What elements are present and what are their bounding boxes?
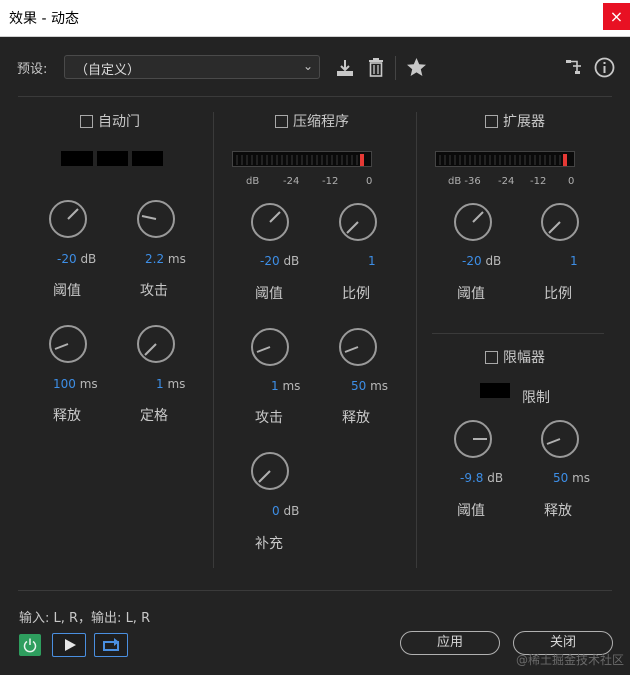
preset-dropdown[interactable]: （自定义） ⌄ bbox=[64, 55, 320, 79]
compressor-attack-value[interactable]: 1 ms bbox=[271, 379, 300, 393]
autogate-release-knob[interactable] bbox=[49, 325, 87, 363]
autogate-threshold-label: 阈值 bbox=[53, 283, 81, 299]
watermark: @稀土掘金技术社区 bbox=[515, 653, 624, 667]
compressor-release-label: 释放 bbox=[342, 410, 370, 426]
autogate-hold-knob[interactable] bbox=[137, 325, 175, 363]
compressor-threshold-value[interactable]: -20 dB bbox=[260, 254, 299, 268]
io-routing-text: 输入: L, R，输出: L, R bbox=[19, 611, 151, 626]
expander-ratio-value[interactable]: 1 bbox=[570, 254, 578, 268]
loop-icon bbox=[103, 638, 119, 651]
compressor-checkbox[interactable] bbox=[275, 114, 288, 128]
expander-title: 扩展器 bbox=[503, 114, 545, 130]
save-preset-icon[interactable] bbox=[335, 58, 355, 78]
autogate-release-label: 释放 bbox=[53, 408, 81, 424]
compressor-peak-marker bbox=[360, 154, 364, 166]
autogate-attack-value[interactable]: 2.2 ms bbox=[145, 252, 186, 266]
favorite-star-icon[interactable] bbox=[406, 57, 427, 77]
compressor-title: 压缩程序 bbox=[293, 114, 349, 130]
gate-indicator bbox=[97, 151, 128, 166]
limiter-threshold-knob[interactable] bbox=[454, 420, 492, 458]
window-title: 效果 - 动态 bbox=[9, 11, 79, 27]
compressor-ratio-knob[interactable] bbox=[339, 203, 377, 241]
compressor-scale-12: -12 bbox=[322, 176, 339, 187]
compressor-release-knob[interactable] bbox=[339, 328, 377, 366]
preset-value: （自定义） bbox=[75, 63, 141, 78]
compressor-ratio-label: 比例 bbox=[342, 286, 370, 302]
autogate-checkbox[interactable] bbox=[80, 114, 93, 128]
power-button[interactable] bbox=[19, 634, 41, 656]
toolbar-divider bbox=[395, 56, 396, 80]
preset-label: 预设: bbox=[17, 62, 48, 77]
expander-level-meter bbox=[435, 151, 575, 167]
gate-indicator bbox=[132, 151, 163, 166]
chevron-down-icon: ⌄ bbox=[302, 59, 313, 73]
autogate-hold-label: 定格 bbox=[140, 408, 168, 424]
limiter-release-label: 释放 bbox=[544, 503, 572, 519]
limiter-title: 限幅器 bbox=[503, 350, 545, 366]
compressor-makeup-knob[interactable] bbox=[251, 452, 289, 490]
section-divider bbox=[416, 112, 417, 568]
play-icon bbox=[65, 639, 76, 651]
compressor-scale-db: dB bbox=[246, 176, 260, 187]
compressor-level-meter bbox=[232, 151, 372, 167]
power-icon bbox=[23, 638, 37, 653]
autogate-toggle[interactable]: 自动门 bbox=[80, 111, 140, 131]
compressor-makeup-value[interactable]: 0 dB bbox=[272, 504, 299, 518]
limiter-threshold-label: 阈值 bbox=[457, 503, 485, 519]
autogate-threshold-value[interactable]: -20 dB bbox=[57, 252, 96, 266]
compressor-attack-label: 攻击 bbox=[255, 410, 283, 426]
limiter-toggle[interactable]: 限幅器 bbox=[485, 347, 545, 367]
limiter-release-value[interactable]: 50 ms bbox=[553, 471, 590, 485]
expander-scale-12: -12 bbox=[530, 176, 547, 187]
limiter-threshold-value[interactable]: -9.8 dB bbox=[460, 471, 503, 485]
gate-indicator bbox=[61, 151, 93, 166]
title-bar: 效果 - 动态 × bbox=[0, 0, 630, 37]
limiter-checkbox[interactable] bbox=[485, 350, 498, 364]
autogate-attack-knob[interactable] bbox=[137, 200, 175, 238]
expander-ratio-label: 比例 bbox=[544, 286, 572, 302]
section-divider bbox=[432, 333, 604, 334]
expander-toggle[interactable]: 扩展器 bbox=[485, 111, 545, 131]
autogate-threshold-knob[interactable] bbox=[49, 200, 87, 238]
compressor-threshold-knob[interactable] bbox=[251, 203, 289, 241]
loop-button[interactable] bbox=[94, 633, 128, 657]
compressor-makeup-label: 补充 bbox=[255, 536, 283, 552]
play-button[interactable] bbox=[52, 633, 86, 657]
compressor-scale-0: 0 bbox=[366, 176, 373, 187]
compressor-attack-knob[interactable] bbox=[251, 328, 289, 366]
close-window-button[interactable]: × bbox=[603, 3, 630, 30]
autogate-attack-label: 攻击 bbox=[140, 283, 168, 299]
expander-ratio-knob[interactable] bbox=[541, 203, 579, 241]
section-divider bbox=[213, 112, 214, 568]
expander-scale-24: -24 bbox=[498, 176, 515, 187]
expander-scale-0: 0 bbox=[568, 176, 575, 187]
autogate-release-value[interactable]: 100 ms bbox=[53, 377, 98, 391]
autogate-title: 自动门 bbox=[98, 114, 140, 130]
expander-scale-36: dB -36 bbox=[448, 176, 481, 187]
delete-icon[interactable] bbox=[366, 57, 386, 78]
info-icon[interactable] bbox=[594, 57, 615, 78]
autogate-hold-value[interactable]: 1 ms bbox=[156, 377, 185, 391]
compressor-ratio-value[interactable]: 1 bbox=[368, 254, 376, 268]
expander-checkbox[interactable] bbox=[485, 114, 498, 128]
limit-label: 限制 bbox=[522, 390, 550, 406]
limiter-release-knob[interactable] bbox=[541, 420, 579, 458]
panel-bottom-border bbox=[18, 590, 612, 591]
apply-button[interactable]: 应用 bbox=[400, 631, 500, 655]
expander-peak-marker bbox=[563, 154, 567, 166]
compressor-release-value[interactable]: 50 ms bbox=[351, 379, 388, 393]
limit-indicator bbox=[480, 383, 510, 398]
compressor-scale-24: -24 bbox=[283, 176, 300, 187]
routing-icon[interactable] bbox=[565, 58, 583, 76]
expander-threshold-value[interactable]: -20 dB bbox=[462, 254, 501, 268]
compressor-toggle[interactable]: 压缩程序 bbox=[275, 111, 349, 131]
panel-top-border bbox=[18, 96, 612, 97]
compressor-threshold-label: 阈值 bbox=[255, 286, 283, 302]
expander-threshold-label: 阈值 bbox=[457, 286, 485, 302]
expander-threshold-knob[interactable] bbox=[454, 203, 492, 241]
